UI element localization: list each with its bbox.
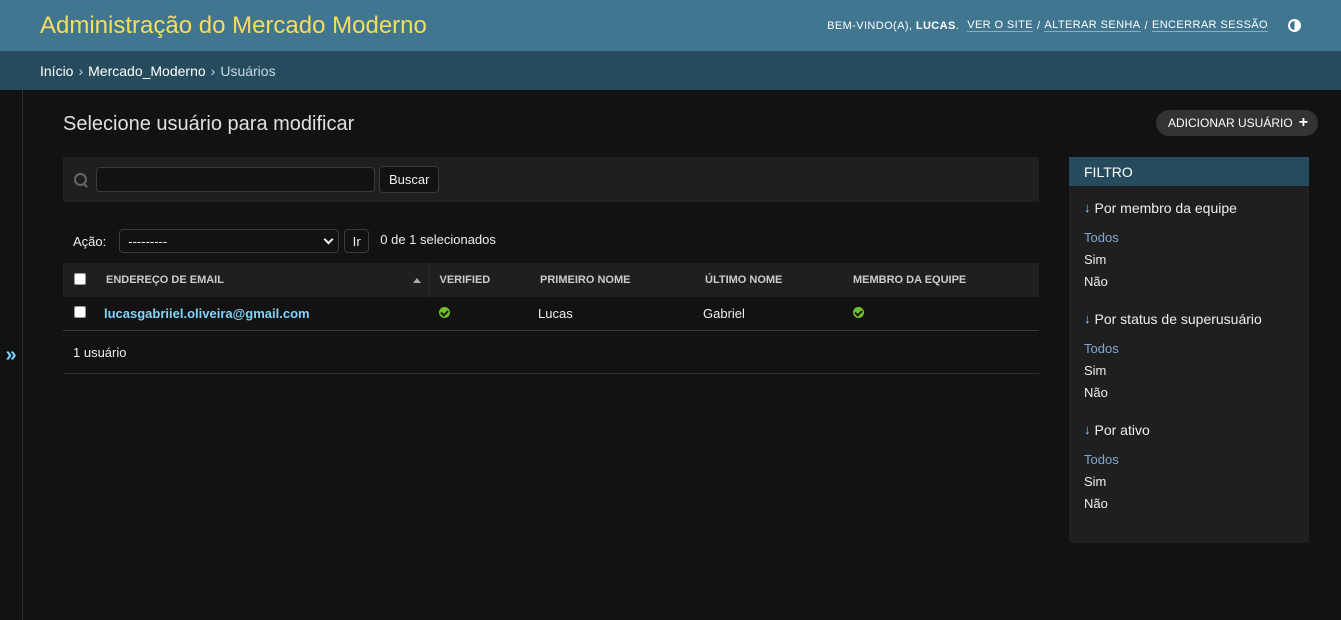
separator: / — [1144, 19, 1148, 32]
go-button[interactable]: Ir — [344, 229, 370, 253]
chevron-down-icon — [323, 234, 334, 244]
filter-heading-label: Por membro da equipe — [1094, 199, 1237, 216]
filter-option-all[interactable]: Todos — [1084, 448, 1309, 470]
nav-sidebar-toggle[interactable]: » — [0, 90, 23, 620]
change-password-link[interactable]: ALTERAR SENHA — [1044, 19, 1141, 32]
column-header-first-name[interactable]: PRIMEIRO NOME — [530, 263, 695, 297]
breadcrumb-separator: › — [78, 62, 84, 79]
filter-option-yes[interactable]: Sim — [1084, 470, 1309, 492]
filter-heading[interactable]: ↓ Por membro da equipe — [1084, 196, 1309, 219]
row-checkbox[interactable] — [74, 305, 86, 318]
search-toolbar: Buscar — [63, 157, 1039, 202]
filter-group-superuser: ↓ Por status de superusuário Todos Sim Nã… — [1069, 307, 1309, 403]
filter-option-no[interactable]: Não — [1084, 270, 1309, 292]
breadcrumb-separator: › — [210, 62, 216, 79]
separator: / — [1036, 19, 1041, 32]
breadcrumb: Início › Mercado_Moderno › Usuários — [0, 51, 1341, 90]
filter-option-yes[interactable]: Sim — [1084, 359, 1309, 381]
column-header-staff[interactable]: MEMBRO DA EQUIPE — [843, 263, 1039, 297]
verified-cell — [429, 297, 530, 330]
paginator: 1 usuário — [63, 331, 1039, 374]
actions-bar: Ação: --------- Ir 0 de 1 selecionados — [63, 229, 496, 253]
email-cell: lucasgabriiel.oliveira@gmail.com — [96, 297, 429, 330]
row-select-cell — [63, 297, 96, 330]
filter-heading[interactable]: ↓ Por ativo — [1084, 418, 1309, 441]
select-all-header — [63, 263, 96, 297]
filter-option-all[interactable]: Todos — [1084, 337, 1309, 359]
theme-toggle-icon[interactable] — [1288, 19, 1301, 32]
column-header-email[interactable]: ENDEREÇO DE EMAIL — [96, 263, 430, 297]
table-row: lucasgabriiel.oliveira@gmail.com Lucas G… — [63, 297, 1039, 330]
add-user-button[interactable]: ADICIONAR USUÁRIO + — [1156, 110, 1319, 136]
breadcrumb-app-link[interactable]: Mercado_Moderno — [88, 63, 206, 79]
filter-option-no[interactable]: Não — [1084, 381, 1309, 403]
action-label: Ação: — [73, 233, 107, 249]
add-user-label: ADICIONAR USUÁRIO — [1168, 116, 1293, 130]
site-name-link[interactable]: Administração do Mercado Moderno — [40, 12, 427, 40]
logout-link[interactable]: ENCERRAR SESSÃO — [1151, 19, 1268, 32]
welcome-label: BEM-VINDO(A), — [827, 19, 913, 32]
welcome-text: BEM-VINDO(A), LUCAS. — [827, 19, 960, 32]
plus-icon: + — [1298, 114, 1309, 131]
arrow-down-icon: ↓ — [1084, 200, 1091, 215]
select-all-checkbox[interactable] — [74, 272, 86, 285]
action-select-value: --------- — [128, 233, 168, 249]
column-header-last-name[interactable]: ÚLTIMO NOME — [695, 263, 843, 297]
filter-heading-label: Por ativo — [1094, 421, 1150, 438]
column-header-email-label: ENDEREÇO DE EMAIL — [106, 274, 224, 286]
view-site-link[interactable]: VER O SITE — [967, 19, 1033, 32]
filter-option-yes[interactable]: Sim — [1084, 248, 1309, 270]
search-button[interactable]: Buscar — [379, 166, 440, 193]
sort-ascending-icon[interactable] — [412, 277, 421, 283]
filter-title: FILTRO — [1069, 157, 1309, 186]
column-header-verified[interactable]: VERIFIED — [429, 263, 530, 297]
arrow-down-icon: ↓ — [1084, 422, 1091, 437]
header: Administração do Mercado Moderno BEM-VIN… — [0, 0, 1341, 51]
page-title: Selecione usuário para modificar — [63, 113, 355, 135]
filter-group-staff: ↓ Por membro da equipe Todos Sim Não — [1069, 196, 1309, 292]
filter-heading[interactable]: ↓ Por status de superusuário — [1084, 307, 1309, 330]
user-email-link[interactable]: lucasgabriiel.oliveira@gmail.com — [104, 306, 310, 321]
action-counter: 0 de 1 selecionados — [380, 232, 496, 247]
filter-option-all[interactable]: Todos — [1084, 226, 1309, 248]
staff-cell — [843, 297, 1039, 330]
filter-heading-label: Por status de superusuário — [1094, 310, 1262, 327]
breadcrumb-home-link[interactable]: Início — [40, 63, 73, 79]
double-chevron-right-icon: » — [5, 343, 17, 366]
username: LUCAS — [915, 19, 956, 32]
action-select[interactable]: --------- — [119, 229, 340, 253]
last-name-cell: Gabriel — [703, 305, 745, 321]
filter-panel: FILTRO ↓ Por membro da equipe Todos Sim N… — [1069, 157, 1309, 543]
user-tools: BEM-VINDO(A), LUCAS. VER O SITE / ALTERA… — [827, 19, 1301, 32]
filter-group-active: ↓ Por ativo Todos Sim Não — [1069, 418, 1309, 514]
table-header-row: ENDEREÇO DE EMAIL VERIFIED PRIMEIRO NOME… — [63, 263, 1039, 297]
result-table: ENDEREÇO DE EMAIL VERIFIED PRIMEIRO NOME… — [63, 263, 1039, 331]
breadcrumb-current: Usuários — [220, 62, 276, 79]
check-circle-icon — [439, 306, 450, 318]
search-input[interactable] — [96, 167, 375, 192]
filter-option-no[interactable]: Não — [1084, 492, 1309, 514]
search-icon — [73, 172, 89, 188]
check-circle-icon — [853, 306, 864, 318]
arrow-down-icon: ↓ — [1084, 311, 1091, 326]
first-name-cell: Lucas — [538, 305, 573, 321]
